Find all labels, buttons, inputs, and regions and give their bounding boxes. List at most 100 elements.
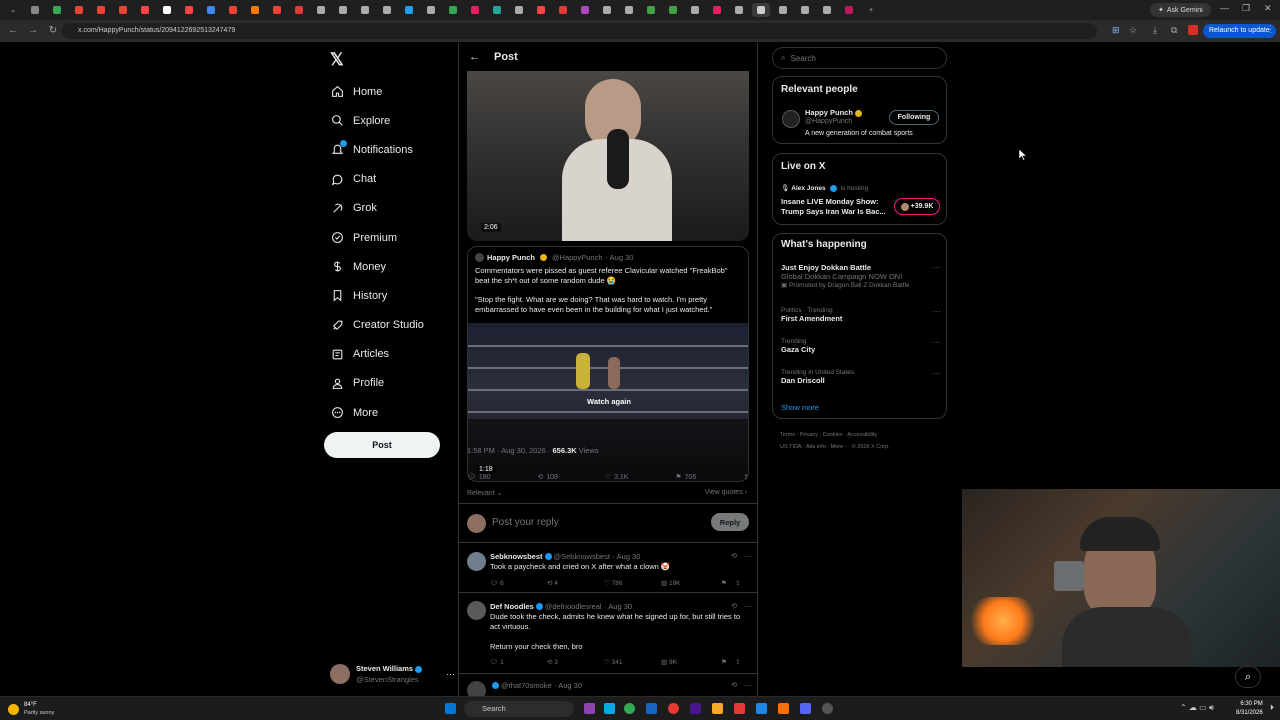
bookmark-icon[interactable]: ⚑: [721, 658, 735, 666]
app-icon[interactable]: [734, 703, 745, 714]
browser-tab[interactable]: [48, 3, 66, 17]
x-logo-icon[interactable]: 𝕏: [330, 50, 344, 70]
chrome-icon[interactable]: [624, 703, 635, 714]
browser-tab[interactable]: [202, 3, 220, 17]
more-dots-icon[interactable]: ···: [744, 681, 752, 690]
translate-icon[interactable]: ⊞: [1112, 25, 1120, 36]
app-icon[interactable]: [668, 703, 679, 714]
browser-tab[interactable]: [796, 3, 814, 17]
browser-tab[interactable]: [554, 3, 572, 17]
browser-tab[interactable]: [730, 3, 748, 17]
sidebar-item-history[interactable]: History: [330, 281, 460, 310]
more-dots-icon[interactable]: ···: [933, 369, 941, 378]
browser-tab[interactable]: [268, 3, 286, 17]
reply-submit-button[interactable]: Reply: [711, 513, 749, 531]
more-dots-icon[interactable]: ···: [744, 602, 752, 611]
back-arrow-icon[interactable]: ←: [469, 51, 480, 63]
trend-item[interactable]: Trending Gaza City ···: [781, 338, 941, 354]
grok-icon[interactable]: ⟲: [731, 681, 737, 689]
reload-icon[interactable]: ↻: [46, 24, 60, 38]
browser-tab[interactable]: [224, 3, 242, 17]
reply-button[interactable]: 💬︎ 1: [490, 658, 547, 666]
bookmark-star-icon[interactable]: ☆: [1129, 25, 1137, 36]
browser-tab[interactable]: [598, 3, 616, 17]
profile-icon[interactable]: [1188, 25, 1198, 35]
taskbar-clock[interactable]: 6:30 PM 8/31/2026: [1236, 700, 1263, 718]
premiere-icon[interactable]: [690, 703, 701, 714]
sidebar-item-premium[interactable]: Premium: [330, 223, 460, 252]
browser-tab[interactable]: [708, 3, 726, 17]
browser-tab[interactable]: [510, 3, 528, 17]
notification-icon[interactable]: ⏵: [1270, 703, 1274, 713]
browser-tab[interactable]: [356, 3, 374, 17]
browser-tab[interactable]: [422, 3, 440, 17]
browser-tab-active[interactable]: [752, 3, 770, 17]
app-icon[interactable]: [822, 703, 833, 714]
browser-tab[interactable]: [136, 3, 154, 17]
address-bar[interactable]: x.com/HappyPunch/status/2094122692513247…: [62, 23, 1097, 39]
more-dots-icon[interactable]: ···: [744, 552, 752, 561]
extensions-icon[interactable]: ⧉: [1171, 25, 1177, 36]
browser-tab[interactable]: [840, 3, 858, 17]
like-button[interactable]: ♡ 3.1K: [605, 473, 629, 482]
sidebar-item-notifications[interactable]: Notifications: [330, 135, 460, 164]
relaunch-button[interactable]: Relaunch to update: [1203, 24, 1276, 38]
sidebar-item-profile[interactable]: Profile: [330, 369, 460, 398]
browser-tab[interactable]: [686, 3, 704, 17]
sidebar-item-more[interactable]: More: [330, 398, 460, 427]
share-button[interactable]: ⇪: [743, 473, 749, 481]
system-tray-icons[interactable]: ⌃ ☁ ▭ 🔊︎: [1180, 703, 1214, 713]
minimize-icon[interactable]: —: [1220, 3, 1229, 13]
sidebar-item-explore[interactable]: Explore: [330, 106, 460, 135]
grok-icon[interactable]: ⟲: [731, 602, 737, 610]
task-view-icon[interactable]: [584, 703, 595, 714]
new-tab-button[interactable]: +: [862, 3, 880, 17]
live-title[interactable]: Insane LIVE Monday Show: Trump Says Iran…: [781, 197, 889, 217]
trend-item[interactable]: Just Enjoy Dokkan Battle Global Dokkan C…: [781, 263, 941, 289]
app-icon[interactable]: [778, 703, 789, 714]
browser-tab[interactable]: [312, 3, 330, 17]
video-player[interactable]: Watch again 1:18: [468, 323, 748, 481]
sidebar-item-articles[interactable]: Articles: [330, 340, 460, 369]
reply-post[interactable]: Sebknowsbest @Sebknowsbest · Aug 30 ⟲ ··…: [459, 543, 757, 593]
sort-dropdown[interactable]: Relevant ⌄: [467, 489, 502, 497]
forward-icon[interactable]: →: [26, 24, 40, 38]
repost-button[interactable]: ⟲ 108: [537, 473, 558, 482]
views-button[interactable]: ▥ 19K: [661, 579, 721, 587]
browser-tab[interactable]: [246, 3, 264, 17]
tab-list-button[interactable]: ⌄: [4, 3, 22, 17]
browser-tab[interactable]: [642, 3, 660, 17]
browser-tab[interactable]: [158, 3, 176, 17]
chat-bubble-icon[interactable]: ⌕: [1235, 666, 1261, 688]
discord-icon[interactable]: [800, 703, 811, 714]
avatar[interactable]: [782, 110, 800, 128]
browser-tab[interactable]: [620, 3, 638, 17]
app-icon[interactable]: [756, 703, 767, 714]
video-player[interactable]: 2:06: [467, 71, 749, 241]
account-switcher[interactable]: Steven Williams @StevenStrangles ···: [330, 662, 455, 686]
reply-input[interactable]: Post your reply: [492, 517, 559, 528]
back-icon[interactable]: ←: [6, 24, 20, 38]
views-button[interactable]: ▥ 9K: [661, 658, 721, 666]
bookmark-icon[interactable]: ⚑: [721, 579, 735, 587]
browser-tab[interactable]: [70, 3, 88, 17]
reply-button[interactable]: 💬︎ 6: [490, 579, 547, 587]
app-icon[interactable]: [646, 703, 657, 714]
close-icon[interactable]: ✕: [1264, 3, 1272, 14]
browser-tab[interactable]: [532, 3, 550, 17]
show-more-link[interactable]: Show more: [781, 403, 819, 412]
post-button[interactable]: Post: [324, 432, 440, 458]
sidebar-item-creator-studio[interactable]: Creator Studio: [330, 311, 460, 340]
more-dots-icon[interactable]: ···: [933, 307, 941, 316]
browser-tab[interactable]: [180, 3, 198, 17]
taskbar-search[interactable]: Search: [464, 701, 574, 717]
browser-tab[interactable]: [92, 3, 110, 17]
repost-button[interactable]: ⟲ 3: [547, 658, 604, 666]
grok-icon[interactable]: ⟲: [731, 552, 737, 560]
browser-tab[interactable]: [466, 3, 484, 17]
watch-again-button[interactable]: Watch again: [571, 395, 647, 409]
like-button[interactable]: ♡ 786: [604, 579, 661, 587]
reply-button[interactable]: 💬︎ 180: [467, 473, 491, 482]
share-icon[interactable]: ⇪: [735, 658, 740, 666]
browser-tab[interactable]: [26, 3, 44, 17]
